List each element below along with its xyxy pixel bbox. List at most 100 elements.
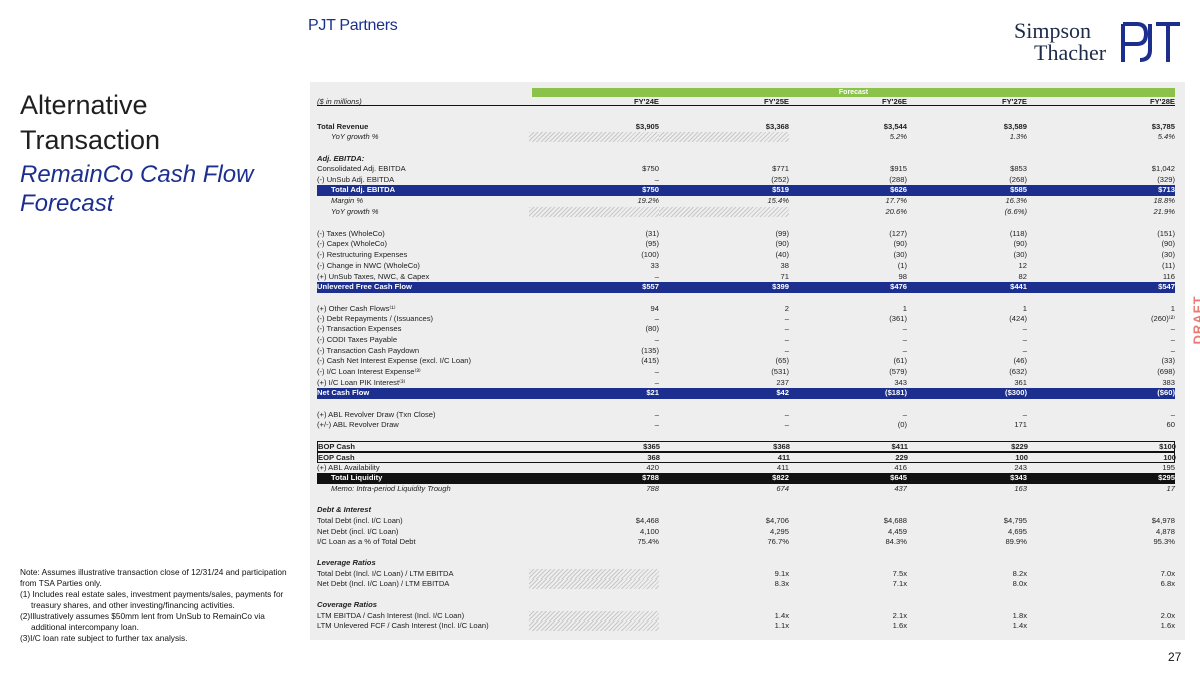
row-value: $229 — [1011, 442, 1028, 451]
header-units: ($ in millions) — [317, 97, 362, 106]
row-value: 1.3% — [1009, 132, 1027, 141]
row-value: (90) — [893, 239, 907, 248]
table-row: Consolidated Adj. EBITDA $750 $771 $915 $853… — [317, 164, 1175, 175]
table-row: LTM EBITDA / Cash Interest (Incl. I/C Lo… — [317, 611, 1175, 622]
row-value: $4,468 — [635, 516, 659, 525]
row-value: 674 — [776, 484, 789, 493]
row-value: $3,785 — [1151, 122, 1175, 131]
header-fy26: FY'26E — [881, 97, 907, 106]
row-value: 18.8% — [1153, 196, 1175, 205]
footnote-item: (1) Includes real estate sales, investme… — [20, 589, 284, 610]
row-value: (424) — [1009, 314, 1027, 323]
row-value: 33 — [650, 261, 659, 270]
row-label: (-) Transaction Expenses — [317, 324, 402, 333]
row-value: $771 — [772, 164, 789, 173]
row-value: 76.7% — [767, 537, 789, 546]
row-value: 5.2% — [889, 132, 907, 141]
row-value: – — [1022, 324, 1027, 333]
row-value: $42 — [776, 388, 789, 397]
row-value: 16.3% — [1005, 196, 1027, 205]
row-value: 229 — [895, 453, 908, 462]
row-value: (46) — [1013, 356, 1027, 365]
table-row: (+) ABL Availability 420 411 416 243 195 — [317, 463, 1175, 474]
row-label: (+) Other Cash Flows⁽¹⁾ — [317, 304, 396, 313]
row-value: 368 — [647, 453, 660, 462]
row-value: ($181) — [885, 388, 907, 397]
row-value: 1.6x — [1160, 621, 1175, 630]
row-label: EOP Cash — [318, 453, 355, 462]
row-label: (+) UnSub Taxes, NWC, & Capex — [317, 272, 430, 281]
row-value: (90) — [1013, 239, 1027, 248]
table-row: Total Debt (Incl. I/C Loan) / LTM EBITDA… — [317, 569, 1175, 580]
row-value: 100 — [1163, 453, 1176, 462]
row-value: 4,295 — [769, 527, 789, 536]
table-row: (-) Debt Repayments / (Issuances) – – (361)… — [317, 314, 1175, 325]
table-row: LTM Unlevered FCF / Cash Interest (Incl.… — [317, 621, 1175, 632]
row-value: 243 — [1014, 463, 1027, 472]
row-value: 9.1x — [774, 569, 789, 578]
row-value: 361 — [1014, 378, 1027, 387]
table-row: (-) Capex (WholeCo) (95) (90) (90) (90) (90) — [317, 239, 1175, 250]
row-value: $750 — [642, 164, 659, 173]
footnote-intro: Note: Assumes illustrative transaction c… — [20, 567, 287, 588]
row-label: Total Liquidity — [331, 473, 383, 482]
row-label: LTM EBITDA / Cash Interest (Incl. I/C Lo… — [317, 611, 465, 620]
row-value: 237 — [776, 378, 789, 387]
row-value: $3,589 — [1003, 122, 1027, 131]
row-value: 4,459 — [887, 527, 907, 536]
row-value: ($60) — [1157, 388, 1175, 397]
row-value: $4,795 — [1003, 516, 1027, 525]
row-value: (6.6%) — [1004, 207, 1027, 216]
table-row: (+) ABL Revolver Draw (Txn Close) – – – – – — [317, 410, 1175, 421]
row-label: (-) UnSub Adj. EBITDA — [317, 175, 395, 184]
hatched-cell — [659, 132, 789, 142]
row-value: 163 — [1014, 484, 1027, 493]
row-value: – — [1170, 335, 1175, 344]
table-row: Adj. EBITDA: — [317, 154, 1175, 165]
table-row: YoY growth % 5.2% 1.3% 5.4% — [317, 132, 1175, 143]
row-value: 416 — [894, 463, 907, 472]
row-label: BOP Cash — [318, 442, 355, 451]
table-row: Margin % 19.2% 15.4% 17.7% 16.3% 18.8% — [317, 196, 1175, 207]
row-value: 15.4% — [767, 196, 789, 205]
row-value: $788 — [642, 473, 659, 482]
row-value: 411 — [777, 453, 790, 462]
row-label: Margin % — [331, 196, 364, 205]
row-value: 2.1x — [892, 611, 907, 620]
table-row: (-) Cash Net Interest Expense (excl. I/C… — [317, 356, 1175, 367]
row-value: – — [654, 272, 659, 281]
row-value: 60 — [1166, 420, 1175, 429]
row-value: – — [902, 346, 907, 355]
row-label: Net Cash Flow — [317, 388, 370, 397]
row-value: 7.1x — [892, 579, 907, 588]
row-value: 19.2% — [637, 196, 659, 205]
row-value: – — [654, 175, 659, 184]
row-value: – — [784, 314, 789, 323]
row-value: $645 — [890, 473, 907, 482]
table-row: (-) Taxes (WholeCo) (31) (99) (127) (118) (15… — [317, 229, 1175, 240]
table-row: (-) Change in NWC (WholeCo) 33 38 (1) 12 (11) — [317, 261, 1175, 272]
row-value: 411 — [776, 463, 789, 472]
row-value: $3,905 — [635, 122, 659, 131]
row-value: 383 — [1162, 378, 1175, 387]
row-value: 71 — [780, 272, 789, 281]
row-value: 4,100 — [639, 527, 659, 536]
row-value: 1 — [1022, 304, 1027, 313]
row-value: 5.4% — [1157, 132, 1175, 141]
row-value: (260)⁽²⁾ — [1151, 314, 1175, 323]
row-value: – — [654, 335, 659, 344]
row-value: $399 — [772, 282, 789, 291]
row-value: 8.3x — [774, 579, 789, 588]
table-row: (-) UnSub Adj. EBITDA – (252) (288) (268) (32… — [317, 175, 1175, 186]
row-value: (127) — [889, 229, 907, 238]
row-value: (0) — [897, 420, 907, 429]
row-value: (80) — [645, 324, 659, 333]
row-value: 6.8x — [1160, 579, 1175, 588]
table-row: (+/-) ABL Revolver Draw – – (0) 171 60 — [317, 420, 1175, 431]
pjt-partners-name: PJT Partners — [308, 17, 398, 34]
simpson-thacher-logo: Simpson Thacher — [1014, 20, 1106, 64]
row-value: $915 — [890, 164, 907, 173]
row-value: 4,878 — [1155, 527, 1175, 536]
pjt-logo-mark — [1120, 20, 1182, 69]
row-value: $713 — [1158, 185, 1175, 194]
